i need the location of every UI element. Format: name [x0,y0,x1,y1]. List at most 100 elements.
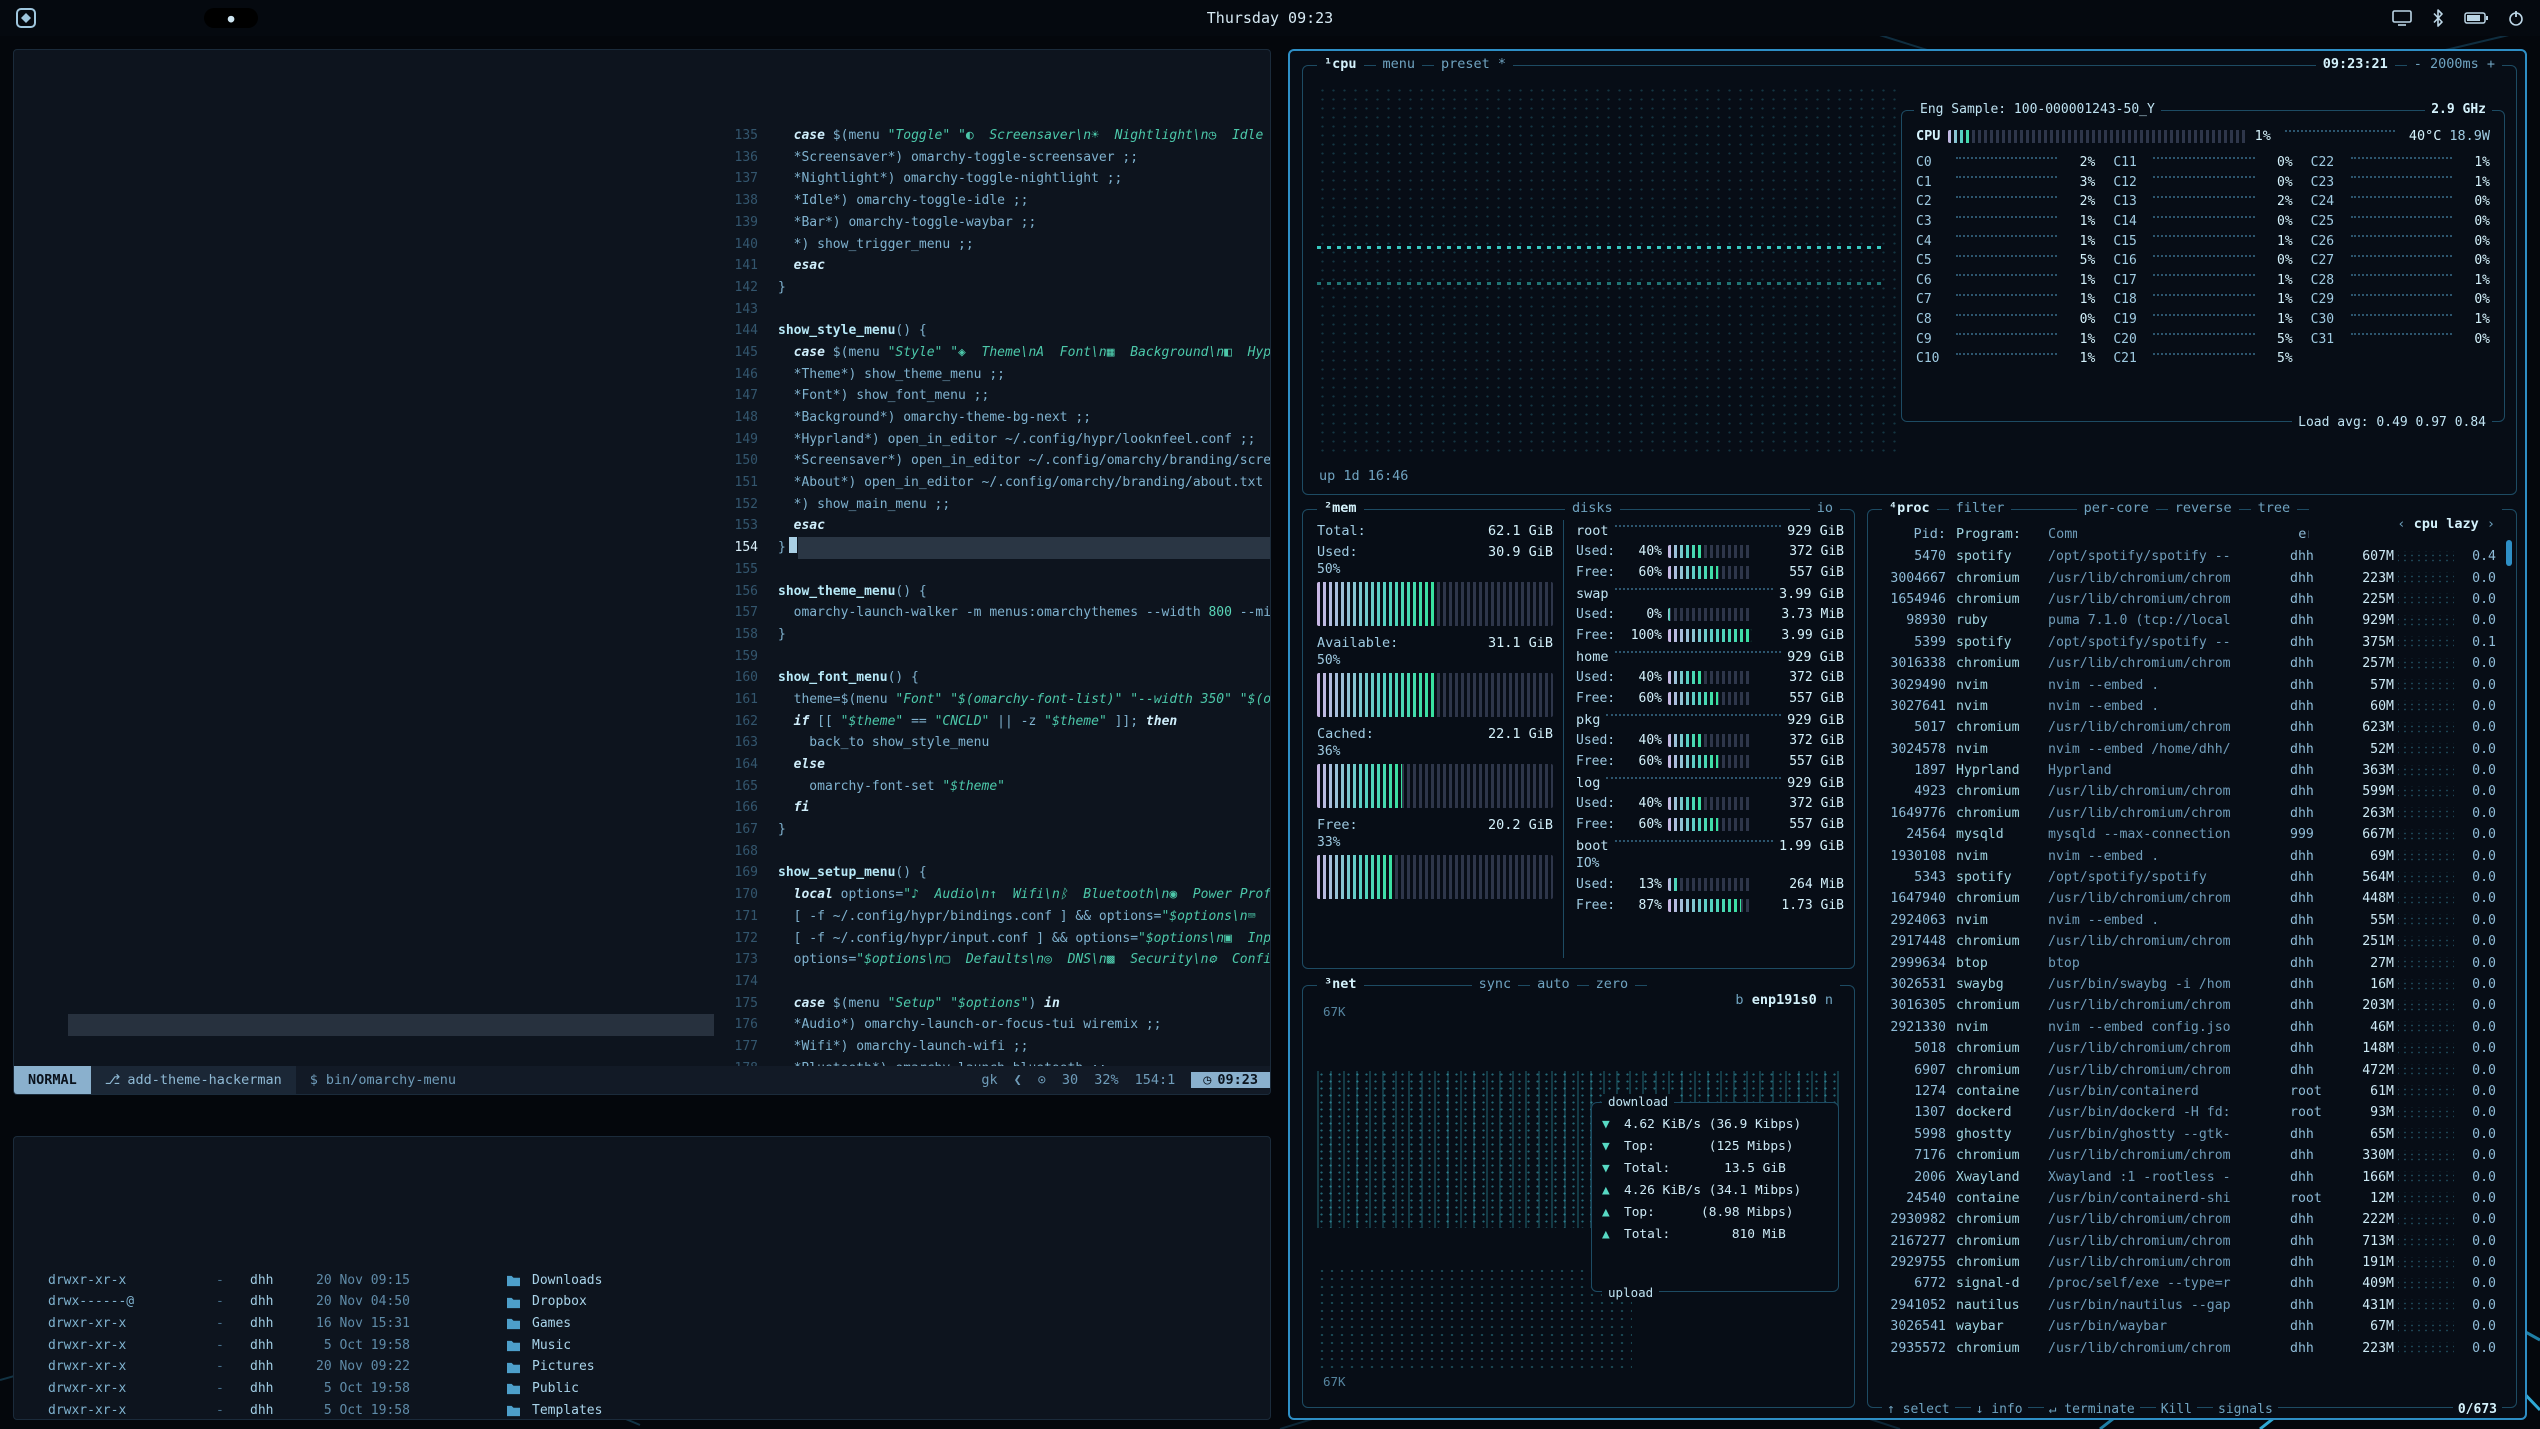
file-row[interactable]: * omarchy-cmd-screensaver [68,168,714,190]
proc-select-action[interactable]: ↑ select [1882,1402,1955,1417]
process-row[interactable]: 5018 chromium /usr/lib/chromium/chrom dh… [1882,1038,2510,1059]
folder-name[interactable]: Downloads [532,1270,602,1292]
file-row[interactable]: * omarchy-cmd-terminal-cwd [68,234,714,256]
file-row[interactable]: * omarchy-drive-select [68,320,714,342]
process-row[interactable]: 2924063 nvim nvim --embed . dhh 55M 0.0 [1882,910,2510,931]
process-row[interactable]: 24540 containe /usr/bin/containerd-shi r… [1882,1188,2510,1209]
file-row[interactable]: * omarchy-install-docker-dbs [68,559,714,581]
proc-info-action[interactable]: ↓ info [1971,1402,2028,1417]
proc-terminate-action[interactable]: ↵ terminate [2044,1402,2140,1417]
folder-name[interactable]: Pictures [532,1356,595,1378]
process-row[interactable]: 2929755 chromium /usr/lib/chromium/chrom… [1882,1252,2510,1273]
file-row[interactable]: * omarchy-lock-screen [68,993,714,1015]
file-row[interactable]: * omarchy-cmd-screenrecord [68,147,714,169]
proc-kill-action[interactable]: Kill [2156,1402,2197,1417]
screencast-icon[interactable] [2392,10,2412,26]
code-line[interactable]: 169 show_setup_menu() { [714,862,1270,884]
file-row[interactable]: * omarchy-launch-webapp [68,949,714,971]
file-row[interactable]: * omarchy-cmd-screenshot [68,190,714,212]
code-line[interactable]: 147 *Font*) show_font_menu ;; [714,385,1270,407]
code-line[interactable]: 174 [714,971,1270,993]
file-row[interactable]: * omarchy-install-dropbox [68,581,714,603]
file-row[interactable]: * omarchy-menu [68,1014,714,1036]
process-row[interactable]: 6907 chromium /usr/lib/chromium/chrom dh… [1882,1059,2510,1080]
code-line[interactable]: 144 show_style_menu() { [714,320,1270,342]
file-row[interactable]: * omarchy-font-list [68,385,714,407]
proc-sort-selector[interactable]: ‹ cpu lazy › [2309,500,2502,548]
file-row[interactable]: * omarchy-launch-tui [68,906,714,928]
file-row[interactable]: * omarchy-install-terminal [68,646,714,668]
code-line[interactable]: 173 options="$options\n▢ Defaults\n◎ DNS… [714,949,1270,971]
code-line[interactable]: 145 case $(menu "Style" "◈ Theme\nA Font… [714,342,1270,364]
process-row[interactable]: 1274 containe /usr/bin/containerd root 6… [1882,1081,2510,1102]
folder-name[interactable]: Dropbox [532,1291,587,1313]
proc-reverse-toggle[interactable]: reverse [2168,500,2239,548]
code-line[interactable]: 156 show_theme_menu() { [714,581,1270,603]
process-row[interactable]: 1930108 nvim nvim --embed . dhh 69M 0.0 [1882,845,2510,866]
file-row[interactable]: * omarchy-drive-set-password [68,342,714,364]
file-row[interactable]: * omarchy-menu-keybindings [68,1036,714,1058]
process-row[interactable]: 1897 Hyprland Hyprland dhh 363M 0.0 [1882,760,2510,781]
launcher-icon[interactable] [16,8,36,28]
process-row[interactable]: 6772 signal-d /proc/self/exe --type=r dh… [1882,1273,2510,1294]
preset-button[interactable]: preset * [1434,56,1513,72]
process-row[interactable]: 24564 mysqld mysqld --max-connection 999… [1882,824,2510,845]
file-row[interactable]: * omarchy-install-xbox-controllers [68,689,714,711]
file-row[interactable]: * omarchy-install-tailscale [68,624,714,646]
code-line[interactable]: 148 *Background*) omarchy-theme-bg-next … [714,407,1270,429]
code-line[interactable]: 143 [714,299,1270,321]
code-line[interactable]: 146 *Theme*) show_theme_menu ;; [714,364,1270,386]
code-line[interactable]: 139 *Bar*) omarchy-toggle-waybar ;; [714,212,1270,234]
code-line[interactable]: 140 *) show_trigger_menu ;; [714,234,1270,256]
code-line[interactable]: 154 } [714,537,1270,559]
file-row[interactable]: * omarchy-hyprland-window-close-all [68,450,714,472]
code-line[interactable]: 151 *About*) open_in_editor ~/.config/om… [714,472,1270,494]
process-row[interactable]: 5998 ghostty /usr/bin/ghostty --gtk- dhh… [1882,1124,2510,1145]
code-line[interactable]: 136 *Screensaver*) omarchy-toggle-screen… [714,147,1270,169]
code-line[interactable]: 150 *Screensaver*) open_in_editor ~/.con… [714,450,1270,472]
proc-scrollbar[interactable] [2506,540,2512,566]
file-row[interactable]: * omarchy-launch-walker [68,928,714,950]
file-row[interactable]: * omarchy-font-current [68,364,714,386]
file-row[interactable]: * omarchy-cmd-present [68,125,714,147]
process-row[interactable]: 3016338 chromium /usr/lib/chromium/chrom… [1882,653,2510,674]
code-line[interactable]: 171 [ -f ~/.config/hypr/bindings.conf ] … [714,906,1270,928]
process-row[interactable]: 98930 ruby puma 7.1.0 (tcp://local dhh 9… [1882,610,2510,631]
process-row[interactable]: 2921330 nvim nvim --embed config.jso dhh… [1882,1017,2510,1038]
process-row[interactable]: 2917448 chromium /usr/lib/chromium/chrom… [1882,931,2510,952]
process-row[interactable]: 1307 dockerd /usr/bin/dockerd -H fd: roo… [1882,1102,2510,1123]
code-line[interactable]: 175 case $(menu "Setup" "$options") in [714,993,1270,1015]
process-row[interactable]: 7176 chromium /usr/lib/chromium/chrom dh… [1882,1145,2510,1166]
file-row[interactable]: * omarchy-dev-add-migration [68,277,714,299]
code-line[interactable]: 164 else [714,754,1270,776]
folder-name[interactable]: Templates [532,1400,602,1420]
file-row[interactable]: * omarchy-install-vscode [68,667,714,689]
folder-name[interactable]: Music [532,1335,571,1357]
folder-name[interactable]: Games [532,1313,571,1335]
file-row[interactable]: * omarchy-install-dev-env [68,537,714,559]
process-row[interactable]: 2930982 chromium /usr/lib/chromium/chrom… [1882,1209,2510,1230]
code-line[interactable]: 167 } [714,819,1270,841]
file-row[interactable]: * omarchy-launch-or-focus-webapp [68,862,714,884]
code-line[interactable]: 166 fi [714,797,1270,819]
code-line[interactable]: 163 back_to show_style_menu [714,732,1270,754]
code-line[interactable]: 160 show_font_menu() { [714,667,1270,689]
file-row[interactable]: * omarchy-launch-bluetooth [68,732,714,754]
process-row[interactable]: 2935572 chromium /usr/lib/chromium/chrom… [1882,1337,2510,1358]
process-row[interactable]: 2167277 chromium /usr/lib/chromium/chrom… [1882,1231,2510,1252]
file-row[interactable]: * omarchy-launch-browser [68,754,714,776]
file-row[interactable]: * omarchy-install-chromium-google-a [68,515,714,537]
folder-name[interactable]: Public [532,1378,579,1400]
code-line[interactable]: 177 *Wifi*) omarchy-launch-wifi ;; [714,1036,1270,1058]
process-row[interactable]: 1649776 chromium /usr/lib/chromium/chrom… [1882,803,2510,824]
code-line[interactable]: 149 *Hyprland*) open_in_editor ~/.config… [714,429,1270,451]
file-row[interactable]: * omarchy-launch-editor [68,776,714,798]
code-line[interactable]: 141 esac [714,255,1270,277]
code-line[interactable]: 165 omarchy-font-set "$theme" [714,776,1270,798]
process-row[interactable]: 3027641 nvim nvim --embed . dhh 60M 0.0 [1882,696,2510,717]
file-row[interactable]: * omarchy-hyprland-workspace-toggle [68,494,714,516]
file-row[interactable]: * omarchy-hyprland-window-pop [68,472,714,494]
file-row[interactable]: * omarchy-drive-info [68,299,714,321]
process-row[interactable]: 2999634 btop btop dhh 27M 0.0 [1882,952,2510,973]
process-row[interactable]: 2941052 nautilus /usr/bin/nautilus --gap… [1882,1295,2510,1316]
